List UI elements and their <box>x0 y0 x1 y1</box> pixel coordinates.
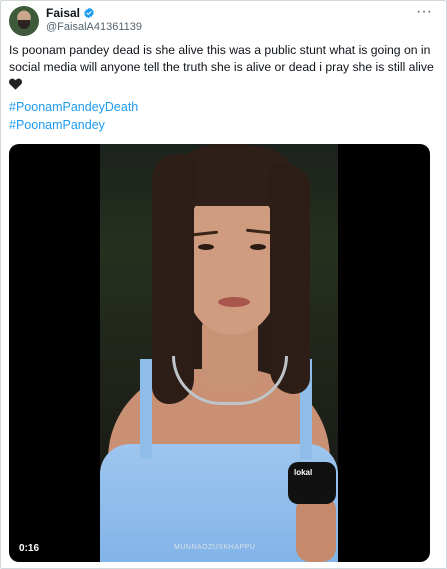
author-handle[interactable]: @FaisalA41361139 <box>46 21 142 33</box>
mic-brand-text: lokal <box>294 468 313 477</box>
video-duration: 0:16 <box>15 541 44 556</box>
author-row: Faisal <box>46 6 95 20</box>
tweet-text: Is poonam pandey dead is she alive this … <box>9 42 437 93</box>
microphone: lokal <box>288 462 336 504</box>
hashtag-link[interactable]: #PoonamPandey <box>9 118 105 132</box>
video-watermark: MUNNAOZUSKHAPPU <box>174 544 256 551</box>
black-heart-icon <box>9 78 22 90</box>
verified-badge-icon <box>84 7 94 19</box>
video-frame: lokal MUNNAOZUSKHAPPU <box>100 144 338 562</box>
more-options-icon[interactable]: ··· <box>416 3 432 21</box>
tweet-body: Is poonam pandey dead is she alive this … <box>9 43 434 74</box>
tweet-card[interactable]: Faisal @FaisalA41361139 ··· Is poonam pa… <box>0 0 447 569</box>
author-name[interactable]: Faisal <box>46 6 80 20</box>
avatar[interactable] <box>9 6 39 36</box>
video-player[interactable]: lokal MUNNAOZUSKHAPPU 0:16 <box>9 144 430 562</box>
hashtag-link[interactable]: #PoonamPandeyDeath <box>9 100 138 114</box>
